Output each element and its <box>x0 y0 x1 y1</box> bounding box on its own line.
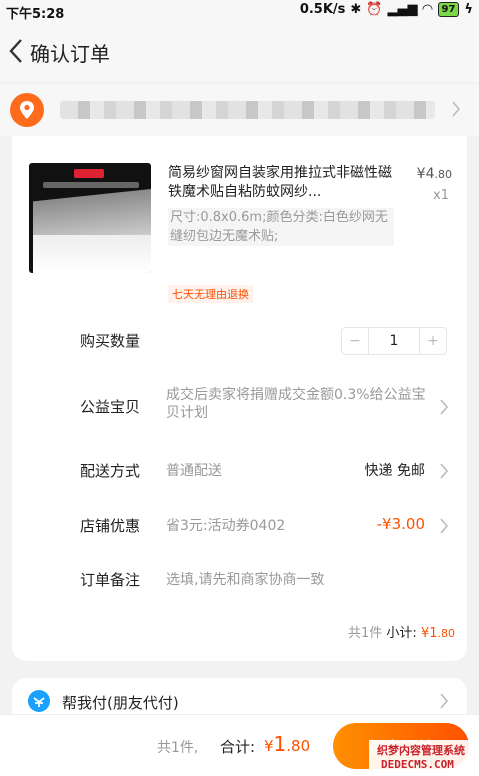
back-arrow-icon[interactable] <box>6 36 30 66</box>
wifi-icon: ◠ <box>422 2 433 17</box>
increment-button[interactable]: + <box>420 328 446 354</box>
quantity-input[interactable]: 1 <box>368 328 420 354</box>
quantity-label: 购买数量 <box>80 332 141 350</box>
discount-amount: -¥3.00 <box>376 515 425 533</box>
total-amount: ¥1.80 <box>264 732 311 756</box>
product-thumbnail[interactable] <box>29 163 151 273</box>
location-pin-icon <box>10 93 44 127</box>
battery-icon: 97 <box>437 2 460 17</box>
remark-label: 订单备注 <box>80 571 141 589</box>
promise-badge: 七天无理由退换 <box>168 285 253 303</box>
pay-for-me-row[interactable]: 帮我付(朋友代付) <box>12 678 467 714</box>
chevron-right-icon <box>451 100 461 122</box>
product-price: ¥4.80 <box>416 166 452 182</box>
signal-icon: ▂▄▆ <box>387 2 418 17</box>
page-title: 确认订单 <box>30 42 110 66</box>
chevron-right-icon <box>439 398 449 420</box>
shipping-row[interactable]: 配送方式 普通配送 快递 免邮 <box>12 456 467 486</box>
subtotal: 共1件 小计: ¥1.80 <box>348 622 455 641</box>
remark-input[interactable]: 选填,请先和商家协商一致 <box>166 569 324 589</box>
alarm-icon: ⏰ <box>366 2 383 17</box>
shipping-label: 配送方式 <box>80 462 141 480</box>
charity-label: 公益宝贝 <box>80 398 141 416</box>
discount-description: 省3元:活动券0402 <box>166 518 286 534</box>
shipping-method: 普通配送 <box>166 463 222 479</box>
quantity-stepper[interactable]: − 1 + <box>341 327 447 355</box>
watermark-logo: 织梦内容管理系统 DEDECMS.COM <box>369 740 479 776</box>
subtotal-count: 共1件 <box>348 626 383 641</box>
thumbnail-caption <box>43 182 139 188</box>
status-bar: 下午5:28 0.5K/s ✱ ⏰ ▂▄▆ ◠ 97 ϟ <box>0 0 479 22</box>
chevron-right-icon <box>439 462 449 484</box>
charity-description: 成交后卖家将捐赠成交金额0.3%给公益宝贝计划 <box>166 387 426 421</box>
checkout-bar: 共1件, 合计: ¥1.80 提交订单 织梦内容管理系统 DEDECMS.COM <box>0 714 479 776</box>
address-selector[interactable] <box>0 84 479 136</box>
chevron-right-icon <box>439 517 449 539</box>
watermark-text: 织梦内容管理系统 <box>377 744 465 757</box>
charging-icon: ϟ <box>464 2 473 17</box>
item-count: 共1件, <box>157 740 199 756</box>
mesh-illustration-light <box>33 235 151 273</box>
store-discount-row[interactable]: 店铺优惠 省3元:活动券0402 -¥3.00 <box>12 511 467 541</box>
subtotal-amount: ¥1.80 <box>420 626 455 641</box>
blurred-address <box>60 101 435 119</box>
product-title[interactable]: 简易纱窗网自装家用推拉式非磁性磁铁魔术贴自粘防蚊网纱... <box>168 164 400 202</box>
product-quantity: x1 <box>433 188 449 203</box>
status-icons: 0.5K/s ✱ ⏰ ▂▄▆ ◠ 97 ϟ <box>300 2 473 17</box>
chevron-right-icon <box>439 692 449 714</box>
subtotal-label: 小计: <box>386 626 417 641</box>
order-remark-row: 订单备注 选填,请先和商家协商一致 <box>12 565 467 595</box>
watermark-url: DEDECMS.COM <box>381 758 454 771</box>
shipping-fee: 快递 免邮 <box>364 463 425 479</box>
product-spec: 尺寸:0.8x0.6m;颜色分类:白色纱网无缝纫包边无魔术贴; <box>168 208 394 246</box>
total-label: 合计: <box>220 738 256 756</box>
pay-for-me-label: 帮我付(朋友代付) <box>62 694 179 712</box>
decrement-button[interactable]: − <box>342 328 368 354</box>
friend-pay-icon <box>28 690 50 712</box>
discount-label: 店铺优惠 <box>80 517 141 535</box>
network-speed: 0.5K/s <box>299 2 346 17</box>
order-card: 简易纱窗网自装家用推拉式非磁性磁铁魔术贴自粘防蚊网纱... 尺寸:0.8x0.6… <box>12 136 467 661</box>
bluetooth-icon: ✱ <box>350 2 362 17</box>
nav-bar: 确认订单 <box>0 22 479 82</box>
thumbnail-badge <box>74 169 104 178</box>
status-time: 下午5:28 <box>6 7 65 22</box>
